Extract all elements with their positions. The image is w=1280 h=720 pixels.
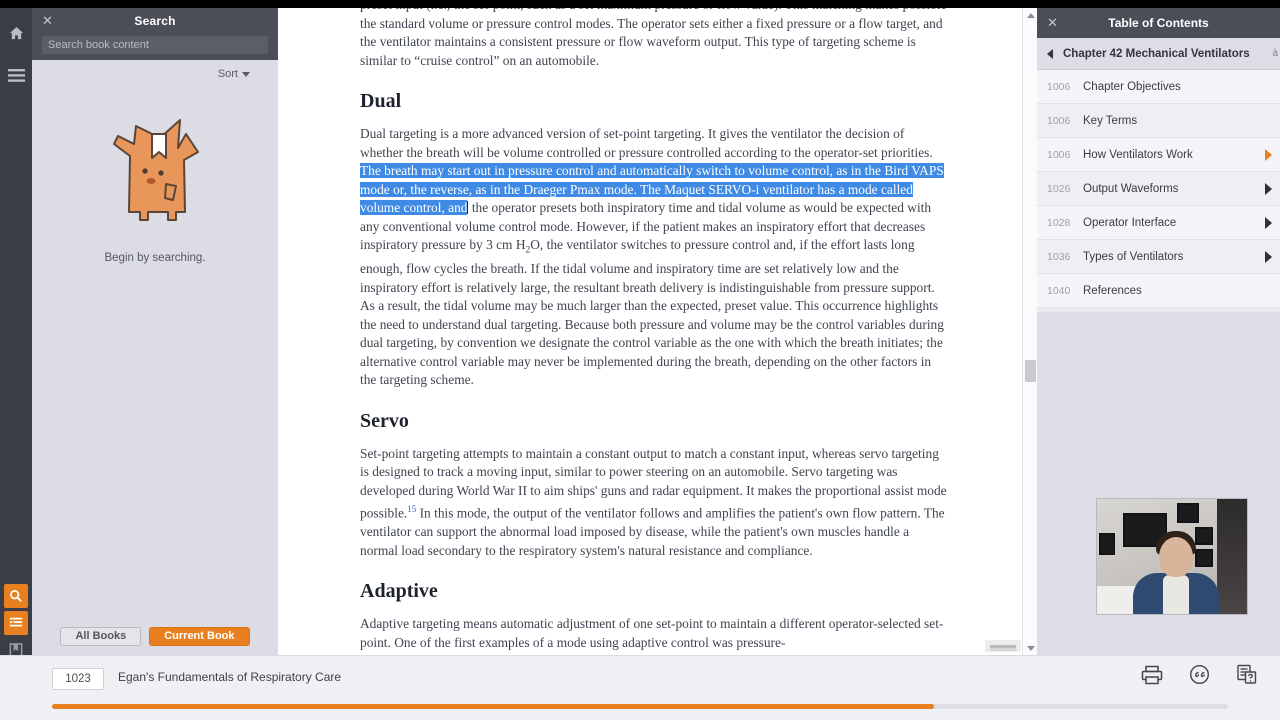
reading-progress-fill bbox=[52, 704, 934, 709]
toc-item-label: References bbox=[1083, 284, 1142, 297]
current-book-button[interactable]: Current Book bbox=[149, 626, 250, 646]
toc-item-page: 1006 bbox=[1047, 80, 1071, 93]
document-help-icon[interactable] bbox=[1236, 664, 1258, 685]
sort-label: Sort bbox=[217, 68, 238, 80]
top-letterbox bbox=[0, 0, 1280, 8]
toc-item-label: Output Waveforms bbox=[1083, 182, 1179, 195]
servo-text-2: In this mode, the output of the ventilat… bbox=[360, 505, 945, 558]
search-empty-state: Begin by searching. bbox=[32, 88, 278, 621]
search-panel: ✕ Search Sort Begin by searching. All Bo… bbox=[32, 8, 278, 655]
toc-header: ✕ Table of Contents bbox=[1037, 8, 1280, 38]
reader-page-view[interactable]: preset input (i.e., the set-point, such … bbox=[278, 8, 1022, 655]
chevron-right-icon[interactable] bbox=[1265, 182, 1272, 195]
search-panel-header: ✕ Search bbox=[32, 8, 278, 60]
paragraph-top: preset input (i.e., the set-point, such … bbox=[360, 8, 947, 68]
toc-item-output-waveforms[interactable]: 1026 Output Waveforms bbox=[1037, 172, 1280, 206]
book-title: Egan's Fundamentals of Respiratory Care bbox=[118, 670, 342, 684]
toc-item-types-of-ventilators[interactable]: 1036 Types of Ventilators bbox=[1037, 240, 1280, 274]
toc-title: Table of Contents bbox=[1108, 16, 1209, 30]
dual-text-tail: O, the ventilator switches to pressure c… bbox=[360, 237, 944, 388]
notes-list-icon[interactable] bbox=[4, 611, 28, 635]
chevron-right-icon[interactable] bbox=[1265, 216, 1272, 229]
toc-item-label: How Ventilators Work bbox=[1083, 148, 1193, 161]
sort-row: Sort bbox=[32, 60, 278, 88]
webcam-video-overlay[interactable] bbox=[1096, 498, 1248, 615]
chevron-right-icon[interactable] bbox=[1265, 250, 1272, 263]
toc-item-page: 1028 bbox=[1047, 216, 1071, 229]
toc-item-label: Types of Ventilators bbox=[1083, 250, 1184, 263]
toc-item-how-ventilators-work[interactable]: 1006 How Ventilators Work bbox=[1037, 138, 1280, 172]
all-books-button[interactable]: All Books bbox=[60, 626, 142, 646]
close-icon[interactable]: ✕ bbox=[1047, 16, 1058, 29]
chevron-right-icon[interactable] bbox=[1265, 148, 1272, 161]
toc-item-page: 1006 bbox=[1047, 114, 1071, 127]
bottom-toolbar: 1023 Egan's Fundamentals of Respiratory … bbox=[0, 655, 1280, 720]
toc-item-operator-interface[interactable]: 1028 Operator Interface bbox=[1037, 206, 1280, 240]
scroll-up-arrow-icon[interactable] bbox=[1023, 8, 1038, 22]
toc-item-references[interactable]: 1040 References bbox=[1037, 274, 1280, 308]
sort-dropdown[interactable]: Sort bbox=[218, 68, 250, 80]
toc-item-label: Operator Interface bbox=[1083, 216, 1177, 229]
search-empty-message: Begin by searching. bbox=[104, 252, 206, 264]
search-panel-title: Search bbox=[134, 14, 176, 28]
page-vertical-scrollbar[interactable] bbox=[1022, 8, 1037, 655]
paragraph-adaptive: Adaptive targeting means automatic adjus… bbox=[360, 616, 944, 650]
scrollbar-thumb[interactable] bbox=[1025, 360, 1036, 382]
search-icon[interactable] bbox=[4, 584, 28, 608]
toc-item-label: Key Terms bbox=[1083, 114, 1138, 127]
chevron-left-icon[interactable] bbox=[1047, 48, 1053, 59]
toc-item-page: 1036 bbox=[1047, 250, 1071, 263]
page-number-input[interactable]: 1023 bbox=[52, 668, 104, 690]
toc-item-chapter-objectives[interactable]: 1006 Chapter Objectives bbox=[1037, 70, 1280, 104]
book-page-content: preset input (i.e., the set-point, such … bbox=[278, 8, 1022, 652]
reading-progress-bar[interactable] bbox=[52, 704, 1228, 709]
heading-dual: Dual bbox=[360, 90, 402, 112]
toc-item-page: 1026 bbox=[1047, 182, 1071, 195]
toc-item-page: 1040 bbox=[1047, 284, 1071, 297]
close-icon[interactable]: ✕ bbox=[42, 14, 53, 28]
toc-chapter-header[interactable]: Chapter 42 Mechanical Ventilators à bbox=[1037, 38, 1280, 70]
bottom-tool-icons bbox=[1141, 664, 1258, 685]
toc-chapter-label: Chapter 42 Mechanical Ventilators bbox=[1063, 47, 1250, 60]
heading-servo: Servo bbox=[360, 409, 409, 432]
search-input[interactable] bbox=[42, 36, 268, 54]
hamburger-menu-icon[interactable] bbox=[0, 58, 32, 92]
chevron-down-icon bbox=[242, 71, 250, 77]
printer-icon[interactable] bbox=[1141, 665, 1163, 685]
mascot-waving-icon bbox=[113, 119, 199, 221]
horizontal-scroll-control[interactable] bbox=[985, 640, 1021, 652]
scroll-down-arrow-icon[interactable] bbox=[1023, 641, 1038, 655]
reader-application: ✕ Search Sort Begin by searching. All Bo… bbox=[0, 0, 1280, 720]
paragraph-servo: Set-point targeting attempts to maintain… bbox=[360, 445, 950, 560]
toc-item-label: Chapter Objectives bbox=[1083, 80, 1181, 93]
toc-item-key-terms[interactable]: 1006 Key Terms bbox=[1037, 104, 1280, 138]
paragraph-dual: Dual targeting is a more advanced versio… bbox=[360, 125, 950, 390]
home-icon[interactable] bbox=[0, 16, 32, 50]
toc-list: 1006 Chapter Objectives 1006 Key Terms 1… bbox=[1037, 70, 1280, 308]
search-scope-buttons: All Books Current Book bbox=[32, 621, 278, 655]
heading-adaptive: Adaptive bbox=[360, 580, 438, 603]
toc-chapter-cut-text: à bbox=[1272, 48, 1278, 59]
quotation-cite-icon[interactable] bbox=[1189, 664, 1210, 685]
toc-item-page: 1006 bbox=[1047, 148, 1071, 161]
reference-marker-15[interactable]: 15 bbox=[407, 504, 416, 514]
dual-text-before: Dual targeting is a more advanced versio… bbox=[360, 126, 933, 160]
left-rail bbox=[0, 0, 32, 720]
